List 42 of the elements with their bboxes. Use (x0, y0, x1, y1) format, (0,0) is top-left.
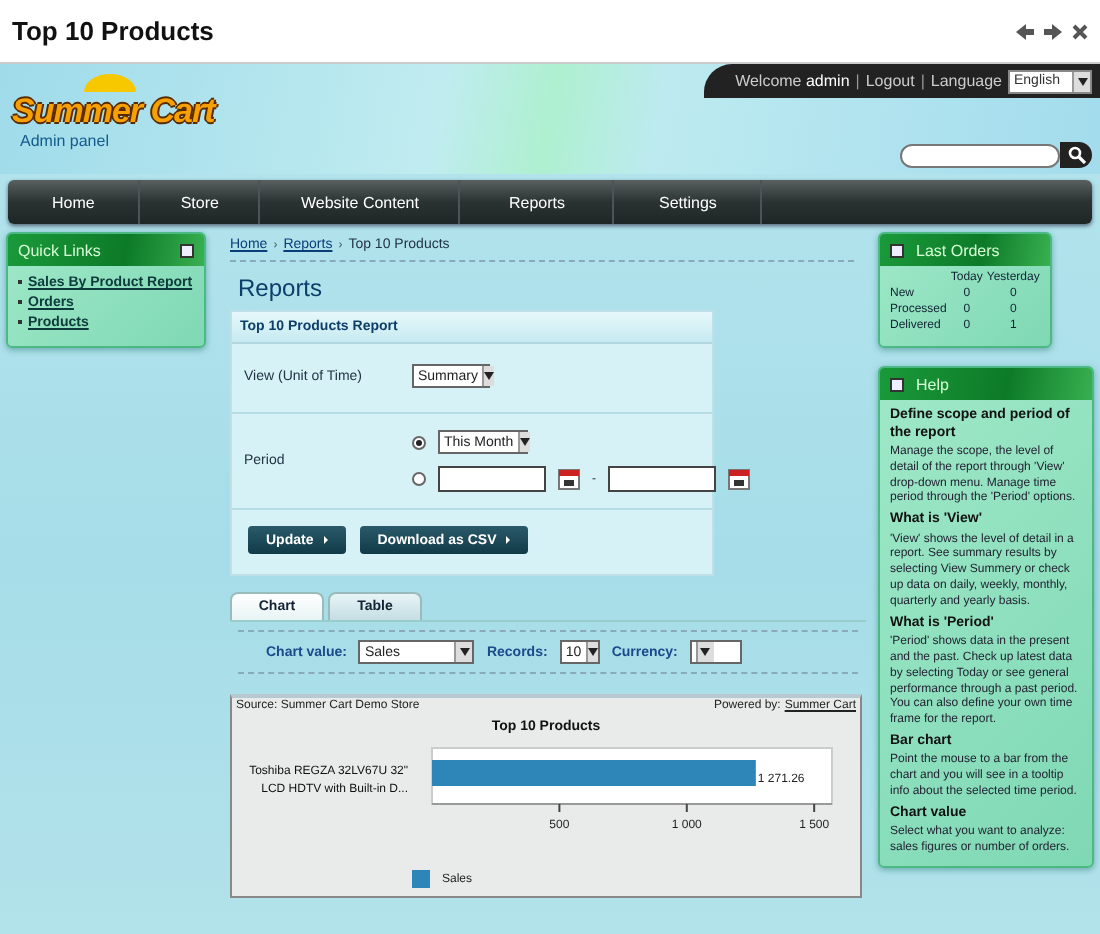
dropdown-arrow-icon (481, 366, 494, 386)
forward-arrow-icon[interactable] (1044, 23, 1062, 39)
expand-icon[interactable] (890, 377, 904, 391)
logo-subtitle: Admin panel (20, 132, 111, 150)
logout-link[interactable]: Logout (865, 72, 915, 90)
dropdown-arrow-icon (585, 642, 598, 662)
expand-icon[interactable] (890, 243, 904, 257)
date-field[interactable] (608, 466, 716, 492)
search-field[interactable] (900, 143, 1060, 167)
dropdown-arrow-icon (517, 432, 530, 452)
calendar-icon[interactable] (728, 468, 750, 490)
user-bar-text: Welcome admin (735, 72, 850, 90)
separator: | (855, 72, 860, 90)
tick-mark (813, 803, 816, 813)
calendar-icon[interactable] (558, 468, 580, 490)
search-button[interactable] (1060, 142, 1092, 168)
window-title: Top 10 Products (12, 16, 214, 46)
tick-mark (558, 803, 561, 813)
back-arrow-icon[interactable] (1016, 23, 1034, 39)
separator: | (920, 72, 925, 90)
panel-title: Quick Links (18, 241, 101, 259)
sun-icon (84, 74, 136, 92)
page-heading: Reports (238, 274, 325, 302)
nav-item[interactable]: Settings (614, 180, 763, 224)
filter-select[interactable] (689, 640, 742, 664)
nav-item[interactable]: Store (140, 180, 261, 224)
nav-item[interactable]: Reports (460, 180, 615, 224)
close-icon[interactable] (1072, 23, 1088, 39)
tick-mark (685, 803, 688, 813)
dropdown-arrow-icon (1072, 71, 1090, 91)
user-bar-text: Language (930, 72, 1002, 90)
radio-button[interactable] (412, 472, 426, 486)
panel-title: Help (916, 375, 949, 393)
dropdown-arrow-icon (695, 642, 714, 662)
panel-title: Last Orders (916, 241, 1000, 259)
nav-item[interactable]: Website Content (260, 180, 461, 224)
dropdown-arrow-icon (454, 642, 473, 662)
nav-item[interactable]: Home (8, 180, 141, 224)
logo: Summer Cart (12, 92, 215, 132)
radio-button[interactable] (412, 435, 426, 449)
date-field[interactable] (438, 466, 546, 492)
expand-icon[interactable] (180, 243, 194, 257)
